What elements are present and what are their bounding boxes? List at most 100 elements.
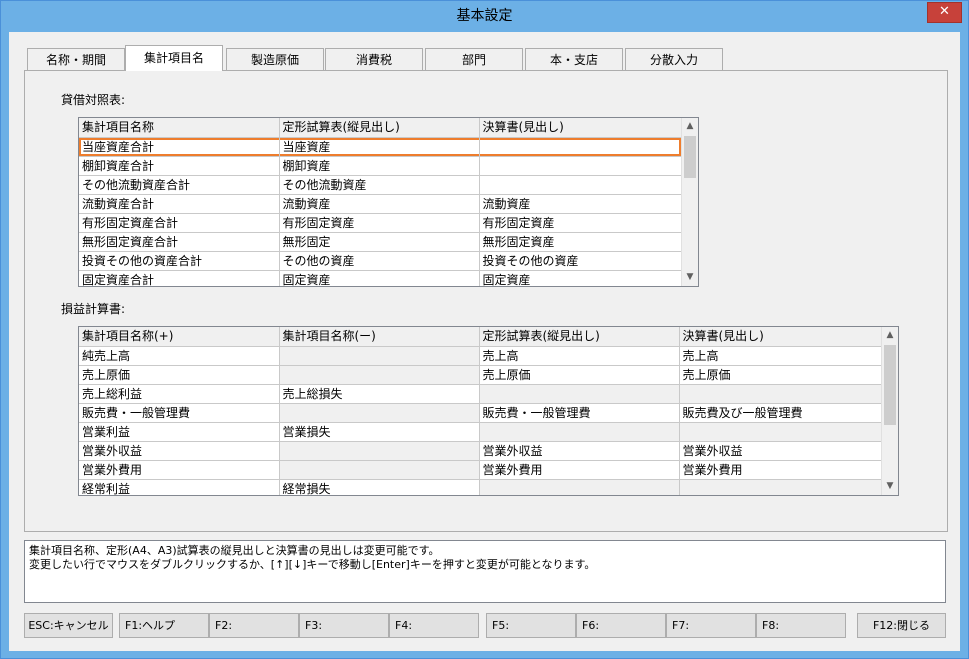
table-cell[interactable]: 営業外費用 xyxy=(479,460,680,480)
income-statement-scrollbar[interactable]: ▲ ▼ xyxy=(881,327,898,495)
table-cell[interactable]: 営業外費用 xyxy=(679,460,882,480)
table-cell[interactable]: 当座資産合計 xyxy=(79,137,280,157)
table-cell[interactable] xyxy=(679,422,882,442)
table-cell[interactable]: 純売上高 xyxy=(79,346,280,366)
table-cell[interactable]: 売上原価 xyxy=(679,365,882,385)
tab-distributed-input[interactable]: 分散入力 xyxy=(625,48,723,70)
f6-button[interactable]: F6: xyxy=(576,613,666,638)
table-cell[interactable] xyxy=(479,422,680,442)
table-cell[interactable] xyxy=(479,137,682,157)
table-cell[interactable]: 販売費・一般管理費 xyxy=(479,403,680,423)
column-header[interactable]: 決算書(見出し) xyxy=(679,327,882,347)
table-row[interactable]: 売上原価 売上原価 売上原価 xyxy=(79,365,882,385)
tab-name-period[interactable]: 名称・期間 xyxy=(27,48,125,70)
table-cell[interactable] xyxy=(679,479,882,495)
table-row[interactable]: 固定資産合計 固定資産 固定資産 xyxy=(79,270,682,286)
column-header[interactable]: 集計項目名称(+) xyxy=(79,327,280,347)
balance-sheet-scrollbar[interactable]: ▲ ▼ xyxy=(681,118,698,286)
table-cell[interactable] xyxy=(479,156,682,176)
table-cell[interactable]: 固定資産 xyxy=(279,270,480,286)
table-cell[interactable]: 投資その他の資産合計 xyxy=(79,251,280,271)
column-header[interactable]: 定形試算表(縦見出し) xyxy=(279,118,480,138)
table-cell[interactable]: その他流動資産合計 xyxy=(79,175,280,195)
table-cell[interactable] xyxy=(279,365,480,385)
table-row[interactable]: 経常利益 経常損失 xyxy=(79,479,882,495)
column-header[interactable]: 集計項目名称 xyxy=(79,118,280,138)
table-cell[interactable]: 固定資産 xyxy=(479,270,682,286)
table-row[interactable]: 販売費・一般管理費 販売費・一般管理費 販売費及び一般管理費 xyxy=(79,403,882,423)
scroll-up-icon[interactable]: ▲ xyxy=(882,327,898,344)
table-cell[interactable]: 無形固定資産 xyxy=(479,232,682,252)
close-button[interactable]: ✕ xyxy=(927,2,962,23)
table-cell[interactable]: 売上総損失 xyxy=(279,384,480,404)
tab-manufacturing-cost[interactable]: 製造原価 xyxy=(226,48,324,70)
f7-button[interactable]: F7: xyxy=(666,613,756,638)
table-cell[interactable]: 固定資産合計 xyxy=(79,270,280,286)
table-row[interactable]: 投資その他の資産合計 その他の資産 投資その他の資産 xyxy=(79,251,682,271)
table-cell[interactable]: 流動資産 xyxy=(279,194,480,214)
table-cell[interactable] xyxy=(279,441,480,461)
table-row-selected[interactable]: 当座資産合計 当座資産 xyxy=(79,137,682,157)
table-cell[interactable]: 有形固定資産合計 xyxy=(79,213,280,233)
f5-button[interactable]: F5: xyxy=(486,613,576,638)
income-statement-grid[interactable]: 集計項目名称(+) 集計項目名称(ー) 定形試算表(縦見出し) 決算書(見出し)… xyxy=(78,326,899,496)
table-row[interactable]: 無形固定資産合計 無形固定 無形固定資産 xyxy=(79,232,682,252)
table-cell[interactable] xyxy=(679,384,882,404)
title-bar[interactable]: 基本設定 ✕ xyxy=(1,1,968,32)
balance-sheet-grid[interactable]: 集計項目名称 定形試算表(縦見出し) 決算書(見出し) 当座資産合計 当座資産 … xyxy=(78,117,699,287)
column-header[interactable]: 定形試算表(縦見出し) xyxy=(479,327,680,347)
f12-close-button[interactable]: F12:閉じる xyxy=(857,613,946,638)
table-cell[interactable]: 営業外収益 xyxy=(679,441,882,461)
table-cell[interactable]: 投資その他の資産 xyxy=(479,251,682,271)
table-cell[interactable]: 棚卸資産 xyxy=(279,156,480,176)
scroll-thumb[interactable] xyxy=(684,136,696,178)
scroll-down-icon[interactable]: ▼ xyxy=(882,478,898,495)
table-cell[interactable] xyxy=(479,479,680,495)
scroll-down-icon[interactable]: ▼ xyxy=(682,269,698,286)
table-cell[interactable]: 当座資産 xyxy=(279,137,480,157)
table-row[interactable]: 棚卸資産合計 棚卸資産 xyxy=(79,156,682,176)
table-row[interactable]: 有形固定資産合計 有形固定資産 有形固定資産 xyxy=(79,213,682,233)
table-cell[interactable] xyxy=(479,384,680,404)
f1-help-button[interactable]: F1:ヘルプ xyxy=(119,613,209,638)
table-row[interactable]: 営業利益 営業損失 xyxy=(79,422,882,442)
table-cell[interactable]: 営業損失 xyxy=(279,422,480,442)
table-cell[interactable] xyxy=(279,346,480,366)
table-cell[interactable]: 流動資産合計 xyxy=(79,194,280,214)
table-row[interactable]: その他流動資産合計 その他流動資産 xyxy=(79,175,682,195)
table-cell[interactable]: 棚卸資産合計 xyxy=(79,156,280,176)
table-row[interactable]: 営業外費用 営業外費用 営業外費用 xyxy=(79,460,882,480)
table-cell[interactable]: 売上高 xyxy=(679,346,882,366)
tab-branch[interactable]: 本・支店 xyxy=(525,48,623,70)
f3-button[interactable]: F3: xyxy=(299,613,389,638)
table-cell[interactable]: 販売費・一般管理費 xyxy=(79,403,280,423)
table-row[interactable]: 純売上高 売上高 売上高 xyxy=(79,346,882,366)
f2-button[interactable]: F2: xyxy=(209,613,299,638)
column-header[interactable]: 決算書(見出し) xyxy=(479,118,682,138)
table-cell[interactable]: 経常損失 xyxy=(279,479,480,495)
table-cell[interactable]: 無形固定 xyxy=(279,232,480,252)
tab-department[interactable]: 部門 xyxy=(425,48,523,70)
scroll-thumb[interactable] xyxy=(884,345,896,425)
table-cell[interactable]: 売上原価 xyxy=(479,365,680,385)
table-cell[interactable]: 売上高 xyxy=(479,346,680,366)
table-row[interactable]: 売上総利益 売上総損失 xyxy=(79,384,882,404)
f4-button[interactable]: F4: xyxy=(389,613,479,638)
scroll-up-icon[interactable]: ▲ xyxy=(682,118,698,135)
tab-consumption-tax[interactable]: 消費税 xyxy=(325,48,423,70)
table-cell[interactable] xyxy=(279,460,480,480)
table-row[interactable]: 流動資産合計 流動資産 流動資産 xyxy=(79,194,682,214)
table-cell[interactable]: 営業外収益 xyxy=(79,441,280,461)
table-cell[interactable]: 売上総利益 xyxy=(79,384,280,404)
column-header[interactable]: 集計項目名称(ー) xyxy=(279,327,480,347)
table-cell[interactable] xyxy=(279,403,480,423)
tab-summary-items[interactable]: 集計項目名 xyxy=(125,45,223,71)
table-cell[interactable]: 販売費及び一般管理費 xyxy=(679,403,882,423)
table-cell[interactable]: 営業外費用 xyxy=(79,460,280,480)
table-cell[interactable]: 営業外収益 xyxy=(479,441,680,461)
f8-button[interactable]: F8: xyxy=(756,613,846,638)
table-row[interactable]: 営業外収益 営業外収益 営業外収益 xyxy=(79,441,882,461)
esc-cancel-button[interactable]: ESC:キャンセル xyxy=(24,613,113,638)
table-cell[interactable]: 有形固定資産 xyxy=(279,213,480,233)
table-cell[interactable]: その他の資産 xyxy=(279,251,480,271)
